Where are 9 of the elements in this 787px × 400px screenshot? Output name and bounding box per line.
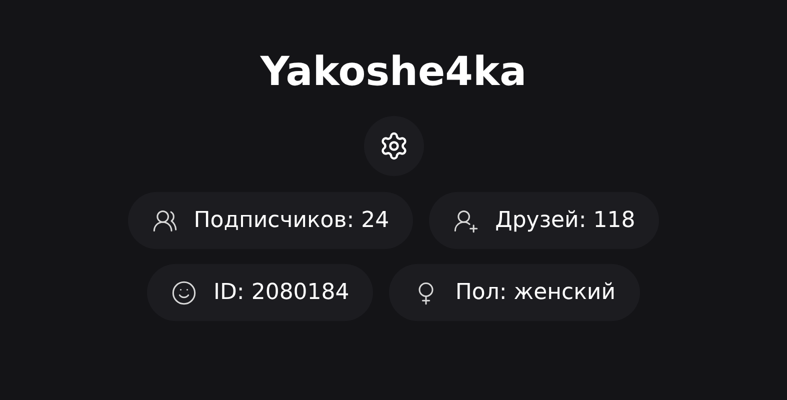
- smiley-icon: [171, 280, 198, 306]
- stat-text: ID: 2080184: [213, 279, 350, 307]
- settings-icon: [378, 131, 408, 161]
- people-icon: [152, 208, 178, 234]
- stat-text: Друзей: 118: [495, 207, 636, 235]
- username: Yakoshe4ka: [260, 48, 527, 96]
- stat-text: Подписчиков: 24: [194, 207, 390, 235]
- person-plus-icon: [453, 208, 480, 234]
- stat-text: Пол: женский: [455, 279, 616, 307]
